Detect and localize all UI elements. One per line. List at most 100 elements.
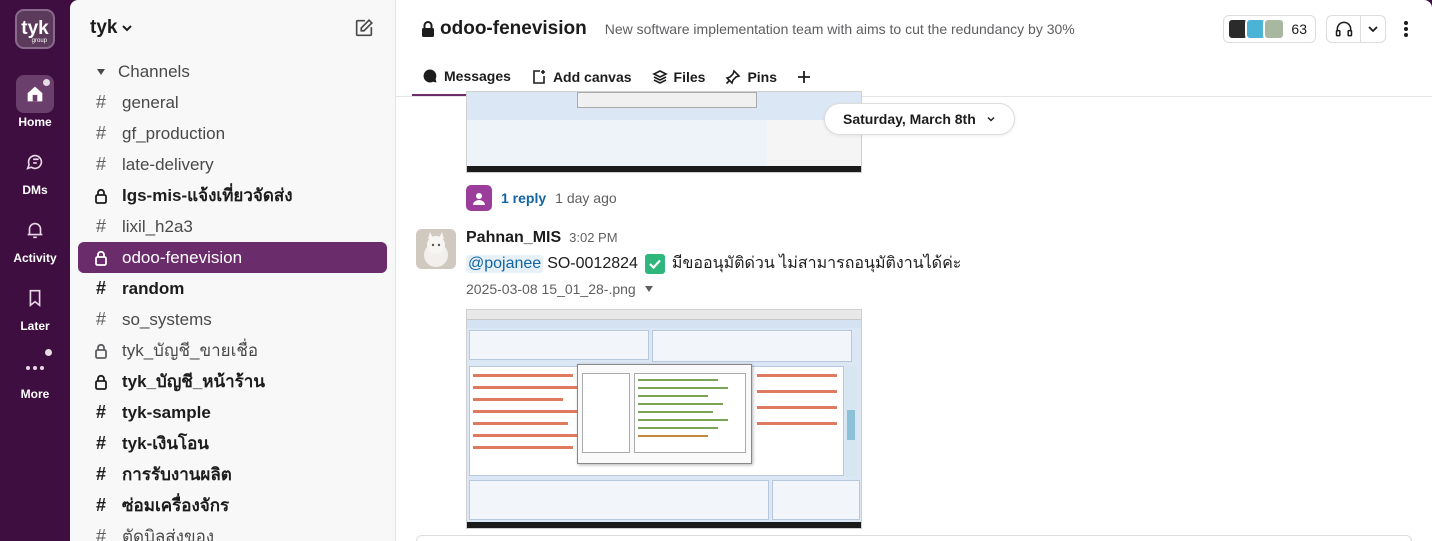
attachment-header[interactable]: 2025-03-08 15_01_28-.png bbox=[466, 281, 654, 297]
headphones-icon bbox=[1335, 21, 1352, 37]
channel-description[interactable]: New software implementation team with ai… bbox=[605, 21, 1075, 37]
sidebar-channel-label: tyk_บัญชี_หน้าร้าน bbox=[122, 372, 265, 391]
reply-avatar bbox=[466, 185, 492, 211]
huddle-button[interactable] bbox=[1327, 16, 1361, 42]
sidebar-channel-label: tyk_บัญชี_ขายเชื่อ bbox=[122, 341, 259, 360]
bookmark-icon bbox=[29, 289, 41, 308]
channel-list: Channels # general # gf_production # late-del… bbox=[70, 56, 395, 541]
hash-icon: # bbox=[95, 495, 106, 515]
hash-icon: # bbox=[95, 278, 106, 298]
channel-title-text: odoo-fenevision bbox=[440, 18, 587, 39]
rail-home[interactable]: Home bbox=[16, 75, 54, 129]
member-avatar bbox=[1263, 18, 1286, 40]
dm-icon bbox=[26, 154, 43, 170]
chevron-down-icon bbox=[1368, 26, 1378, 33]
channel-more-button[interactable] bbox=[1396, 19, 1416, 39]
sidebar-channel-2[interactable]: # gf_production bbox=[78, 118, 387, 149]
caret-down-icon bbox=[644, 286, 653, 292]
sidebar-channel-11[interactable]: # tyk-sample bbox=[78, 397, 387, 428]
lock-icon bbox=[94, 343, 108, 359]
check-mark-icon bbox=[644, 253, 665, 274]
sidebar-channel-label: ซ่อมเครื่องจักร bbox=[122, 496, 230, 515]
sidebar-channel-14[interactable]: # ซ่อมเครื่องจักร bbox=[78, 490, 387, 521]
date-divider-label: Saturday, March 8th bbox=[843, 111, 976, 127]
sidebar-channel-5[interactable]: # lixil_h2a3 bbox=[78, 211, 387, 242]
rail-later[interactable]: Later bbox=[16, 279, 54, 333]
rail-home-label: Home bbox=[18, 115, 52, 129]
date-divider-button[interactable]: Saturday, March 8th bbox=[824, 103, 1015, 135]
files-icon bbox=[651, 70, 668, 84]
sidebar-channel-1[interactable]: # general bbox=[78, 87, 387, 118]
so-number: SO-0012824 bbox=[547, 254, 638, 272]
message-body: @pojanee SO-0012824 มีขออนุมัติด่วน ไม่ส… bbox=[466, 251, 961, 276]
message-composer[interactable] bbox=[416, 535, 1412, 541]
caret-down-icon bbox=[97, 68, 105, 75]
sidebar-channel-3[interactable]: # late-delivery bbox=[78, 149, 387, 180]
rail-activity[interactable]: Activity bbox=[13, 211, 57, 265]
hash-icon: # bbox=[95, 464, 106, 484]
bell-icon bbox=[27, 222, 43, 239]
previous-attachment-image[interactable] bbox=[466, 91, 862, 173]
home-icon bbox=[27, 86, 43, 102]
user-mention[interactable]: @pojanee bbox=[466, 254, 544, 273]
workspace-logo-text: tyk bbox=[21, 18, 49, 39]
sidebar-channel-10[interactable]: tyk_บัญชี_หน้าร้าน bbox=[78, 366, 387, 397]
rail-dms[interactable]: DMs bbox=[16, 143, 54, 197]
hash-icon: # bbox=[95, 433, 106, 453]
message-author[interactable]: Pahnan_MIS bbox=[466, 229, 561, 247]
huddle-button-group bbox=[1326, 15, 1386, 43]
hash-icon: # bbox=[95, 216, 106, 236]
sidebar-channel-6[interactable]: odoo-fenevision bbox=[78, 242, 387, 273]
sidebar-channel-label: ตัดบิลส่งของ bbox=[122, 527, 215, 541]
more-unread-dot bbox=[45, 349, 52, 356]
compose-icon[interactable] bbox=[353, 17, 375, 39]
channel-header: odoo-fenevision New software implementat… bbox=[396, 0, 1432, 58]
rail-dms-label: DMs bbox=[22, 183, 48, 197]
sidebar-header: tyk bbox=[70, 0, 395, 56]
sidebar-channel-9[interactable]: tyk_บัญชี_ขายเชื่อ bbox=[78, 335, 387, 366]
tab-messages-label: Messages bbox=[444, 68, 511, 84]
hash-icon: # bbox=[95, 123, 106, 143]
sidebar-channel-label: so_systems bbox=[122, 309, 212, 329]
rail-more[interactable]: More bbox=[16, 347, 54, 401]
member-count: 63 bbox=[1291, 21, 1307, 37]
channel-view: odoo-fenevision New software implementat… bbox=[395, 0, 1432, 541]
sidebar-channel-8[interactable]: # so_systems bbox=[78, 304, 387, 335]
user-icon bbox=[473, 193, 485, 205]
sidebar-channel-15[interactable]: # ตัดบิลส่งของ bbox=[78, 521, 387, 541]
plus-icon bbox=[798, 71, 811, 83]
thread-reply-summary[interactable]: 1 reply 1 day ago bbox=[466, 185, 617, 211]
sidebar-channel-label: lixil_h2a3 bbox=[122, 216, 193, 236]
reply-count-link[interactable]: 1 reply bbox=[501, 190, 546, 206]
channels-section-header[interactable]: Channels bbox=[78, 56, 387, 87]
sidebar-channel-12[interactable]: # tyk-เงินโอน bbox=[78, 428, 387, 459]
sidebar-channel-label: tyk-เงินโอน bbox=[122, 434, 209, 453]
attachment-image[interactable] bbox=[466, 309, 862, 529]
message-timestamp[interactable]: 3:02 PM bbox=[569, 230, 617, 245]
workspace-rail: tyk group Home DMs Activity Later More bbox=[0, 0, 70, 541]
sidebar-channel-label: random bbox=[122, 278, 185, 298]
workspace-name: tyk bbox=[90, 17, 118, 38]
workspace-logo[interactable]: tyk group bbox=[15, 9, 55, 49]
sidebar-channel-7[interactable]: # random bbox=[78, 273, 387, 304]
chevron-down-icon bbox=[987, 117, 995, 122]
workspace-menu[interactable]: tyk bbox=[90, 17, 133, 39]
sidebar-channel-label: odoo-fenevision bbox=[122, 247, 243, 267]
hash-icon: # bbox=[95, 526, 106, 541]
user-avatar[interactable] bbox=[416, 229, 456, 269]
rail-more-label: More bbox=[20, 387, 50, 401]
lock-icon bbox=[94, 188, 108, 204]
tab-add-canvas-label: Add canvas bbox=[552, 69, 632, 85]
sidebar-channel-4[interactable]: lgs-mis-แจ้งเที่ยวจัดส่ง bbox=[78, 180, 387, 211]
hash-icon: # bbox=[95, 92, 106, 112]
workspace-logo-sub: group bbox=[31, 38, 47, 44]
sidebar-channel-label: general bbox=[122, 92, 179, 112]
members-button[interactable]: 63 bbox=[1223, 15, 1316, 43]
sidebar-channel-label: lgs-mis-แจ้งเที่ยวจัดส่ง bbox=[122, 186, 293, 205]
huddle-options-button[interactable] bbox=[1361, 16, 1385, 42]
sidebar-channel-label: tyk-sample bbox=[122, 402, 211, 422]
rail-later-label: Later bbox=[20, 319, 50, 333]
channel-title[interactable]: odoo-fenevision bbox=[420, 18, 587, 40]
sidebar-channel-13[interactable]: # การรับงานผลิต bbox=[78, 459, 387, 490]
home-unread-dot bbox=[43, 79, 50, 86]
